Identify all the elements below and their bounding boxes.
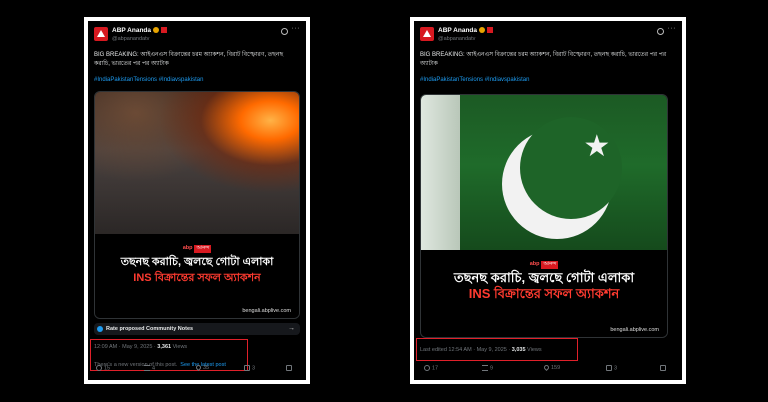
headline-overlay: abp আনন্দ তছনছ করাচি, জ্বলছে গোটা এলাকা I…	[95, 234, 299, 318]
tweet-card-edited: ABP Ananda @abpanandatv ··· BIG BREAKING…	[414, 21, 682, 380]
repost-icon	[144, 365, 150, 371]
bookmark-icon	[244, 365, 250, 371]
tweet-actions: 15 4 35 3	[96, 364, 298, 375]
ananda-tag: আনন্দ	[194, 245, 212, 254]
left-screenshot-frame: ABP Ananda @abpanandatv ··· BIG BREAKING…	[84, 17, 310, 384]
verified-badge-icon	[479, 27, 486, 34]
share-button[interactable]	[660, 365, 668, 371]
tweet-card-original: ABP Ananda @abpanandatv ··· BIG BREAKING…	[88, 21, 306, 380]
community-notes-prompt[interactable]: Rate proposed Community Notes →	[94, 323, 300, 335]
site-url: bengali.abplive.com	[242, 307, 291, 314]
tweet-media[interactable]: abp আনন্দ তছনছ করাচি, জ্বলছে গোটা এলাকা I…	[94, 91, 300, 319]
more-options-icon[interactable]: ···	[668, 25, 677, 32]
hashtags[interactable]: #IndiaPakistanTensions #Indiavspakistan	[420, 77, 529, 83]
star-icon: ★	[583, 130, 611, 164]
abp-logo-avatar[interactable]	[94, 27, 108, 41]
abp-brand-logo: abp	[529, 260, 540, 267]
account-name[interactable]: ABP Ananda	[438, 27, 494, 34]
repost-button[interactable]: 9	[482, 365, 493, 371]
heart-icon	[194, 364, 203, 372]
arrow-right-icon: →	[288, 325, 295, 332]
reply-icon	[424, 365, 430, 371]
bookmark-button[interactable]: 3	[244, 365, 255, 371]
account-name[interactable]: ABP Ananda	[112, 27, 168, 34]
abp-logo-avatar[interactable]	[420, 27, 434, 41]
reply-button[interactable]: 17	[424, 365, 438, 371]
tweet-header: ABP Ananda @abpanandatv ···	[420, 25, 677, 47]
highlight-box	[416, 338, 578, 361]
heart-icon	[542, 364, 551, 372]
share-button[interactable]	[286, 365, 294, 371]
repost-button[interactable]: 4	[144, 365, 155, 371]
hashtags[interactable]: #IndiaPakistanTensions #Indiavspakistan	[94, 77, 203, 83]
like-button[interactable]: 159	[542, 364, 560, 372]
site-url: bengali.abplive.com	[610, 326, 659, 333]
tweet-header: ABP Ananda @abpanandatv ···	[94, 25, 301, 47]
right-screenshot-frame: ABP Ananda @abpanandatv ··· BIG BREAKING…	[410, 17, 686, 384]
tweet-text: BIG BREAKING: আইএনএস বিক্রান্তের চরম অ্য…	[94, 52, 284, 67]
bookmark-icon	[606, 365, 612, 371]
like-button[interactable]: 35	[194, 364, 209, 372]
affiliate-badge-icon	[161, 27, 168, 34]
account-handle[interactable]: @abpanandatv	[438, 36, 475, 42]
share-icon	[286, 365, 292, 371]
account-handle[interactable]: @abpanandatv	[112, 36, 149, 42]
grok-icon[interactable]	[657, 28, 664, 35]
headline-line-2: INS বিক্রান্তের সফল অ্যাকশন	[468, 285, 620, 301]
tweet-media[interactable]: ★ abp আনন্দ তছনছ করাচি, জ্বলছে গোটা এলাকা…	[420, 94, 668, 338]
repost-icon	[482, 365, 488, 371]
bookmark-button[interactable]: 3	[606, 365, 617, 371]
affiliate-badge-icon	[487, 27, 494, 34]
more-options-icon[interactable]: ···	[292, 25, 301, 32]
headline-line-2: INS বিক্রান্তের সফল অ্যাকশন	[133, 272, 261, 285]
tweet-actions: 17 9 159 3	[424, 364, 672, 375]
pakistan-flag-photo: ★	[421, 95, 667, 250]
grok-icon[interactable]	[281, 28, 288, 35]
explosion-photo	[95, 92, 299, 235]
reply-button[interactable]: 15	[96, 365, 110, 371]
community-notes-icon	[97, 326, 103, 332]
share-icon	[660, 365, 666, 371]
flag-white-stripe	[421, 95, 461, 250]
reply-icon	[96, 365, 102, 371]
headline-overlay: abp আনন্দ তছনছ করাচি, জ্বলছে গোটা এলাকা I…	[421, 249, 667, 337]
tweet-text: BIG BREAKING: আইএনএস বিক্রান্তের চরম অ্য…	[420, 52, 667, 67]
community-notes-label: Rate proposed Community Notes	[106, 326, 194, 332]
headline-line-1: তছনছ করাচি, জ্বলছে গোটা এলাকা	[120, 256, 274, 269]
headline-line-1: তছনছ করাচি, জ্বলছে গোটা এলাকা	[453, 269, 635, 285]
abp-brand-logo: abp	[182, 245, 193, 252]
verified-badge-icon	[153, 27, 160, 34]
ananda-tag: আনন্দ	[541, 260, 559, 269]
